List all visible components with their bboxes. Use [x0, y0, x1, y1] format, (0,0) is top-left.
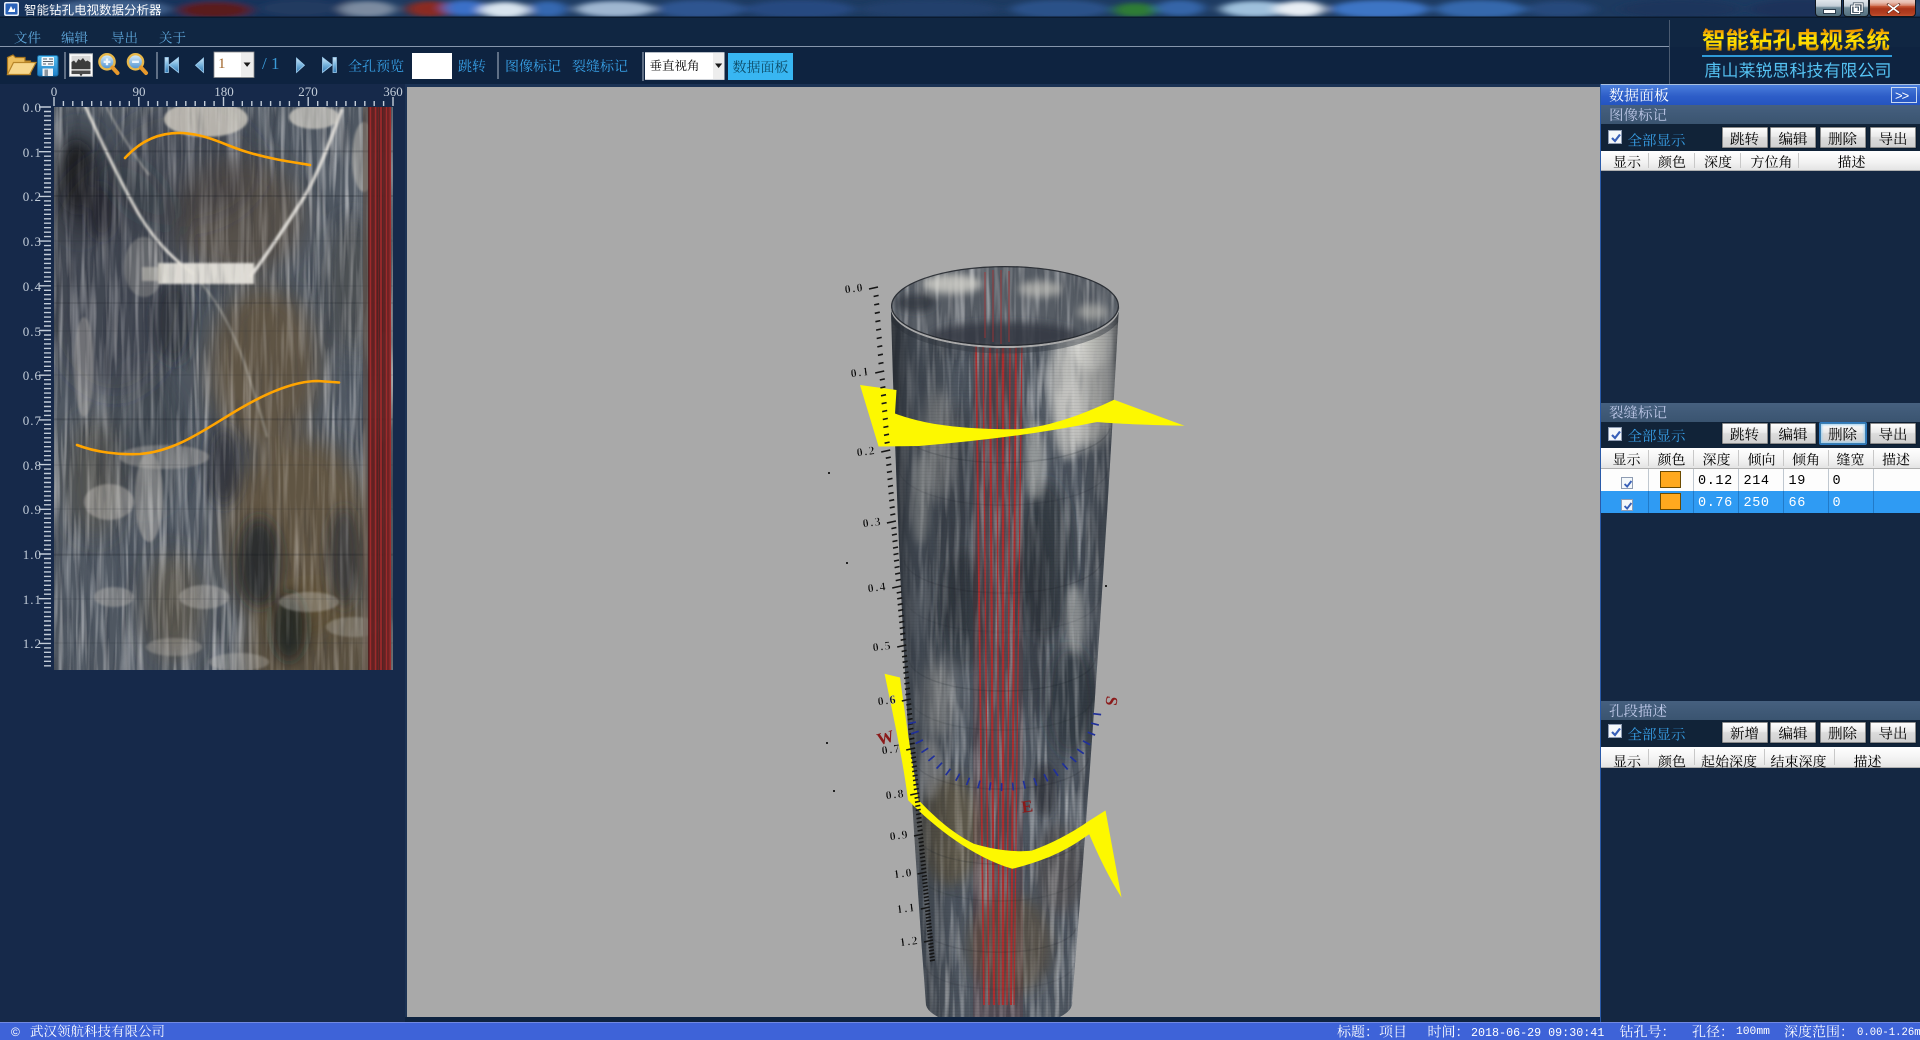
svg-text:0.1: 0.1: [850, 364, 871, 380]
svg-text:1.1: 1.1: [896, 900, 917, 916]
svg-text:0.6: 0.6: [877, 692, 898, 708]
svg-text:0.0: 0.0: [844, 280, 865, 296]
svg-text:0.4: 0.4: [867, 579, 888, 595]
svg-text:0.5: 0.5: [872, 638, 893, 654]
svg-text:S: S: [1101, 695, 1121, 708]
svg-text:0.8: 0.8: [885, 786, 906, 802]
svg-text:0.9: 0.9: [889, 827, 910, 843]
svg-text:0.2: 0.2: [856, 443, 877, 459]
svg-text:1.0: 1.0: [893, 865, 914, 881]
svg-text:0.3: 0.3: [862, 514, 883, 530]
svg-text:1.2: 1.2: [899, 933, 920, 949]
